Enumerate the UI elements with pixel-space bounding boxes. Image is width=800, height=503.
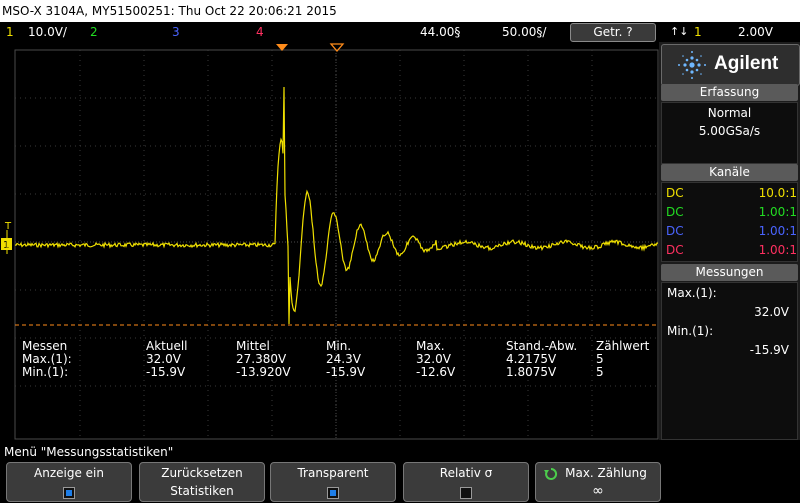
trigger-channel: 1 [694, 25, 702, 39]
measurement-1-value: 32.0V [754, 305, 789, 319]
acquisition-mode: Normal [707, 106, 752, 120]
softkey-reset-statistics[interactable]: Zurücksetzen Statistiken [139, 462, 265, 502]
display-on-checkbox[interactable] [63, 487, 75, 499]
stats-col-max: Max. 32.0V -12.6V [416, 339, 456, 379]
trigger-level-marker: T [4, 221, 12, 232]
trigger-level[interactable]: 2.00V [738, 22, 773, 42]
stats-col-aktuell: Aktuell 32.0V -15.9V [146, 339, 188, 379]
channels-section[interactable]: DC 10.0:1 DC 1.00:1 DC 1.00:1 DC 1.00:1 [661, 182, 798, 262]
ch2-number[interactable]: 2 [90, 22, 98, 42]
channel-bar: 1 10.0V/ 2 3 4 44.00§ 50.00§/ ↑↓ 1 2.00V [0, 22, 800, 42]
channels-header: Kanäle [661, 164, 798, 181]
acquisition-header: Erfassung [661, 84, 798, 101]
measurement-1-label: Max.(1): [667, 286, 717, 300]
agilent-logo: Agilent [661, 44, 800, 86]
sample-rate: 5.00GSa/s [698, 124, 761, 138]
brand-name: Agilent [714, 53, 779, 74]
time-position[interactable]: 44.00§ [420, 22, 460, 42]
measurements-header: Messungen [661, 264, 798, 281]
relative-sigma-checkbox[interactable] [460, 487, 472, 499]
graticule: 1 T [1, 43, 659, 440]
softkey-transparent[interactable]: Transparent [270, 462, 396, 502]
stats-col-min: Min. 24.3V -15.9V [326, 339, 366, 379]
acquisition-section[interactable]: Normal 5.00GSa/s [661, 102, 798, 164]
waveform-display[interactable]: 1 T Messen Max.(1): Min.(1): Aktuell 32.… [0, 42, 659, 440]
ch1-scale[interactable]: 10.0V/ [28, 22, 67, 42]
softkey-display-on[interactable]: Anzeige ein [6, 462, 132, 502]
measurements-section[interactable]: Max.(1): 32.0V Min.(1): -15.9V [661, 282, 798, 440]
ch3-number[interactable]: 3 [172, 22, 180, 42]
menu-title: Menü "Messungsstatistiken" [4, 445, 174, 459]
agilent-spark-icon [678, 51, 706, 79]
stats-col-mittel: Mittel 27.380V -13.920V [236, 339, 291, 379]
softkey-relative-sigma[interactable]: Relativ σ [403, 462, 529, 502]
ground-marker: 1 [3, 240, 9, 251]
measurement-2-label: Min.(1): [667, 324, 714, 338]
trigger-slope-icon: ↑↓ [670, 25, 689, 38]
transparent-checkbox[interactable] [327, 487, 339, 499]
stats-col-messen: Messen Max.(1): Min.(1): [22, 339, 72, 379]
ch1-number[interactable]: 1 [6, 22, 14, 42]
trigger-status-button[interactable]: Getr. ? [570, 23, 656, 42]
title-bar: MSO-X 3104A, MY51500251: Thu Oct 22 20:0… [0, 0, 800, 22]
side-panel: Agilent Erfassung Normal 5.00GSa/s Kanäl… [659, 42, 800, 440]
ch4-number[interactable]: 4 [256, 22, 264, 42]
measurement-2-value: -15.9V [749, 343, 789, 357]
softkey-max-count[interactable]: Max. Zählung ∞ [535, 462, 661, 502]
stats-col-count: Zählwert 5 5 [596, 339, 650, 379]
stats-col-stddev: Stand.-Abw. 4.2175V 1.8075V [506, 339, 578, 379]
time-scale[interactable]: 50.00§/ [502, 22, 546, 42]
softkey-bar: Anzeige ein Zurücksetzen Statistiken Tra… [0, 460, 800, 503]
